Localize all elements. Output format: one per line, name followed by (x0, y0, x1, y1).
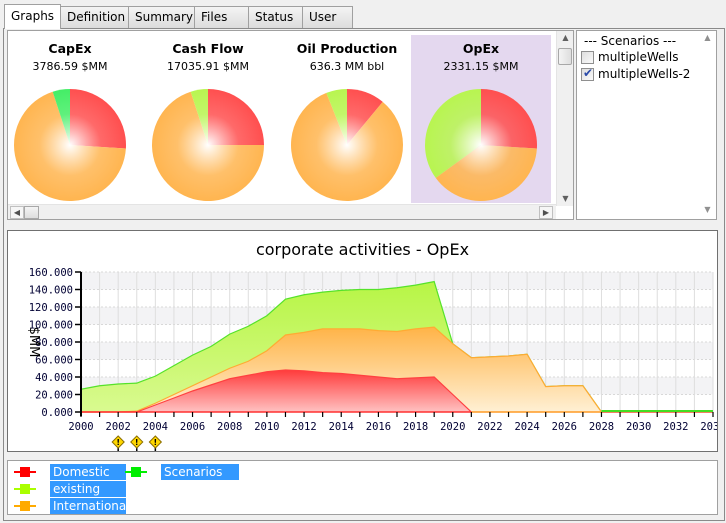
x-tick-label: 2026 (552, 421, 577, 433)
scroll-down-icon[interactable]: ▼ (699, 203, 716, 217)
y-tick-label: 20.000 (35, 390, 73, 402)
pie-charts-panel: CapEx 3786.59 $MM Cash Flow 17035.91 $MM… (7, 30, 574, 220)
legend-swatch (14, 464, 36, 480)
pie-value: 17035.91 $MM (167, 60, 249, 73)
pie-slice-domestic (70, 89, 126, 149)
pie-title: Oil Production (296, 41, 398, 56)
pie-card-cash-flow[interactable]: Cash Flow 17035.91 $MM (138, 35, 278, 203)
legend-swatch (14, 481, 36, 497)
x-tick-label: 2004 (143, 421, 168, 433)
scroll-up-icon[interactable]: ▲ (557, 31, 574, 45)
pie-title: Cash Flow (172, 41, 244, 56)
pie-value: 636.3 MM bbl (309, 60, 385, 73)
pie-value: 3786.59 $MM (32, 60, 108, 73)
check-icon: ✔ (583, 65, 594, 80)
legend-item-domestic[interactable]: Domestic (14, 464, 126, 480)
legend-item-existing[interactable]: existing (14, 481, 126, 497)
scroll-up-icon[interactable]: ▲ (699, 31, 716, 45)
tab-summary[interactable]: Summary (128, 6, 195, 28)
y-tick-label: 40.000 (35, 372, 73, 384)
x-tick-label: 2018 (403, 421, 428, 433)
svg-text:!: ! (154, 438, 158, 447)
legend-label: existing (50, 481, 126, 497)
pie-value: 2331.15 $MM (443, 60, 519, 73)
legend-swatch (14, 498, 36, 514)
scrollbar-thumb[interactable] (24, 206, 39, 219)
x-tick-label: 2034 (700, 421, 717, 433)
tab-files[interactable]: Files (194, 6, 249, 28)
scroll-left-icon[interactable]: ◀ (10, 206, 24, 219)
pies-vertical-scrollbar[interactable]: ▲ ▼ (556, 31, 573, 206)
x-tick-label: 2012 (291, 421, 316, 433)
svg-text:!: ! (135, 438, 139, 447)
x-tick-label: 2016 (366, 421, 391, 433)
scenario-label: multipleWells-2 (598, 67, 691, 81)
pie-chart-cash-flow (152, 89, 264, 201)
legend-item-international[interactable]: International (14, 498, 130, 514)
x-tick-label: 2020 (440, 421, 465, 433)
pie-chart-oil-production (291, 89, 403, 201)
legend-item-scenarios[interactable]: Scenarios (125, 464, 239, 480)
scenario-label: multipleWells (598, 50, 679, 64)
x-tick-label: 2030 (626, 421, 651, 433)
scroll-right-icon[interactable]: ▶ (539, 206, 553, 219)
area-chart: 0.00020.00040.00060.00080.000100.000120.… (26, 267, 717, 451)
scenarios-list: --- Scenarios --- multipleWells ✔ multip… (576, 30, 717, 220)
y-tick-label: 160.000 (29, 267, 73, 279)
x-tick-label: 2014 (329, 421, 354, 433)
scenario-checkbox[interactable]: ✔ (581, 65, 594, 81)
svg-text:!: ! (116, 438, 120, 447)
pie-chart-capex (14, 89, 126, 201)
x-tick-label: 2010 (254, 421, 279, 433)
pie-slice-domestic (481, 89, 537, 149)
pie-chart-opex (425, 89, 537, 201)
scrollbar-thumb[interactable] (558, 48, 572, 65)
scroll-down-icon[interactable]: ▼ (557, 192, 574, 206)
pie-card-opex[interactable]: OpEx 2331.15 $MM (411, 35, 551, 203)
y-tick-label: 0.000 (41, 407, 73, 419)
pies-horizontal-scrollbar[interactable]: ◀ ▶ (8, 204, 556, 219)
warning-marker-icon[interactable]: ! (130, 435, 144, 451)
scenarios-header: --- Scenarios --- (584, 34, 677, 48)
y-axis-label: $MM (26, 327, 41, 358)
tab-status[interactable]: Status (248, 6, 303, 28)
tab-graphs[interactable]: Graphs (4, 4, 61, 29)
y-tick-label: 140.000 (29, 285, 73, 297)
pie-title: CapEx (48, 41, 92, 56)
x-tick-label: 2002 (106, 421, 131, 433)
legend-label: Domestic (50, 464, 126, 480)
warning-marker-icon[interactable]: ! (111, 435, 125, 451)
pie-slice-domestic (208, 89, 264, 145)
x-tick-label: 2028 (589, 421, 614, 433)
pie-card-capex[interactable]: CapEx 3786.59 $MM (8, 35, 140, 203)
legend-label: Scenarios (161, 464, 239, 480)
scenario-item[interactable]: multipleWells (581, 49, 678, 65)
x-tick-label: 2024 (514, 421, 539, 433)
pie-title: OpEx (462, 41, 500, 56)
x-tick-label: 2006 (180, 421, 205, 433)
tab-bar: Graphs Definition Summary Files Status U… (4, 4, 353, 29)
legend-panel: Domestic existing International Scenario… (7, 460, 718, 515)
scenarios-scrollbar[interactable]: ▲ ▼ (699, 31, 716, 219)
tab-user[interactable]: User (302, 6, 353, 28)
chart-panel: corporate activities - OpEx 0.000 20.000 4… (7, 230, 718, 452)
x-tick-label: 2032 (663, 421, 688, 433)
pie-charts-viewport: CapEx 3786.59 $MM Cash Flow 17035.91 $MM… (8, 31, 556, 206)
legend-label: International (50, 498, 130, 514)
scenario-item[interactable]: ✔ multipleWells-2 (581, 66, 690, 82)
legend-swatch (125, 464, 147, 480)
scenario-checkbox[interactable] (581, 50, 594, 64)
pie-card-oil-production[interactable]: Oil Production 636.3 MM bbl (277, 35, 417, 203)
x-tick-label: 2022 (477, 421, 502, 433)
warning-marker-icon[interactable]: ! (148, 435, 163, 451)
x-tick-label: 2000 (68, 421, 93, 433)
y-tick-label: 120.000 (29, 302, 73, 314)
tab-definition[interactable]: Definition (60, 6, 129, 28)
x-tick-label: 2008 (217, 421, 242, 433)
